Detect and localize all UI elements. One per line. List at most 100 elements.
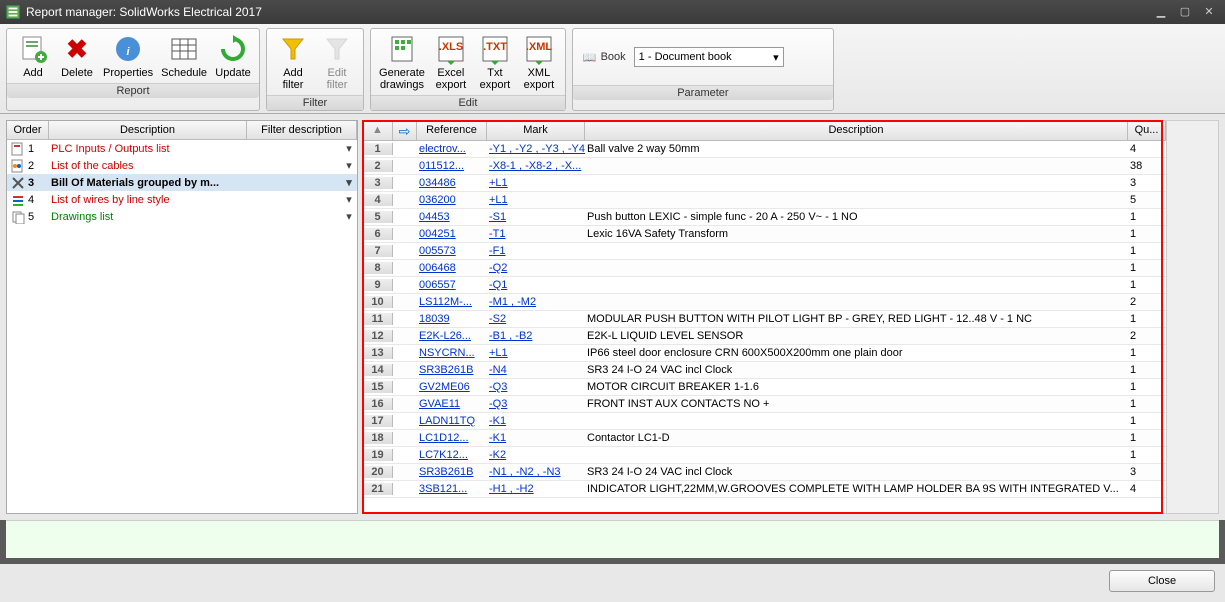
table-row[interactable]: 8006468-Q21 (363, 260, 1166, 277)
xml-export-button[interactable]: .XML XML export (517, 31, 561, 93)
cell-mark[interactable]: -X8-1 , -X8-2 , -X... (487, 160, 585, 172)
col-quantity[interactable]: Qu... (1128, 121, 1166, 140)
cell-mark[interactable]: -Q3 (487, 398, 585, 410)
cell-reference[interactable]: SR3B261B (417, 466, 487, 478)
col-reference[interactable]: Reference (417, 121, 487, 140)
report-list-row[interactable]: 3Bill Of Materials grouped by m...▾ (7, 174, 357, 191)
scrollbar-gutter[interactable] (1167, 120, 1219, 514)
cell-reference[interactable]: 18039 (417, 313, 487, 325)
row-dropdown-icon[interactable]: ▾ (341, 176, 357, 189)
cell-reference[interactable]: 006468 (417, 262, 487, 274)
table-row[interactable]: 1electrov...-Y1 , -Y2 , -Y3 , -Y4Ball va… (363, 141, 1166, 158)
maximize-button[interactable]: ▢ (1175, 5, 1195, 19)
table-row[interactable]: 12E2K-L26...-B1 , -B2E2K-L LIQUID LEVEL … (363, 328, 1166, 345)
cell-mark[interactable]: +L1 (487, 177, 585, 189)
table-row[interactable]: 16GVAE11-Q3FRONT INST AUX CONTACTS NO +1 (363, 396, 1166, 413)
row-dropdown-icon[interactable]: ▾ (341, 159, 357, 172)
cell-reference[interactable]: 004251 (417, 228, 487, 240)
cell-mark[interactable]: -Q3 (487, 381, 585, 393)
close-window-button[interactable]: ✕ (1199, 5, 1219, 19)
cell-mark[interactable]: -Q1 (487, 279, 585, 291)
table-row[interactable]: 7005573-F11 (363, 243, 1166, 260)
cell-reference[interactable]: 034486 (417, 177, 487, 189)
txt-export-button[interactable]: .TXT Txt export (473, 31, 517, 93)
cell-mark[interactable]: -K1 (487, 415, 585, 427)
cell-description: E2K-L LIQUID LEVEL SENSOR (585, 330, 1128, 342)
cell-mark[interactable]: -S1 (487, 211, 585, 223)
cell-mark[interactable]: -K2 (487, 449, 585, 461)
table-row[interactable]: 3034486+L13 (363, 175, 1166, 192)
report-list-row[interactable]: 5Drawings list▾ (7, 208, 357, 225)
report-list-row[interactable]: 2List of the cables▾ (7, 157, 357, 174)
table-row[interactable]: 15GV2ME06-Q3MOTOR CIRCUIT BREAKER 1-1.61 (363, 379, 1166, 396)
table-row[interactable]: 2011512...-X8-1 , -X8-2 , -X...38 (363, 158, 1166, 175)
col-filter[interactable]: Filter description (247, 121, 357, 139)
cell-reference[interactable]: 036200 (417, 194, 487, 206)
table-row[interactable]: 17LADN11TQ-K11 (363, 413, 1166, 430)
cell-reference[interactable]: LS112M-... (417, 296, 487, 308)
report-list-row[interactable]: 1PLC Inputs / Outputs list▾ (7, 140, 357, 157)
cell-mark[interactable]: -S2 (487, 313, 585, 325)
col-goto[interactable]: ⇨ (393, 121, 417, 140)
add-report-button[interactable]: Add (11, 31, 55, 81)
table-row[interactable]: 9006557-Q11 (363, 277, 1166, 294)
cell-reference[interactable]: GVAE11 (417, 398, 487, 410)
cell-reference[interactable]: 005573 (417, 245, 487, 257)
col-mark[interactable]: Mark (487, 121, 585, 140)
cell-mark[interactable]: -N4 (487, 364, 585, 376)
row-dropdown-icon[interactable]: ▾ (341, 210, 357, 223)
table-row[interactable]: 6004251-T1Lexic 16VA Safety Transform1 (363, 226, 1166, 243)
cell-mark[interactable]: -H1 , -H2 (487, 483, 585, 495)
generate-drawings-button[interactable]: Generate drawings (375, 31, 429, 93)
row-dropdown-icon[interactable]: ▾ (341, 193, 357, 206)
row-dropdown-icon[interactable]: ▾ (341, 142, 357, 155)
minimize-button[interactable]: ▁ (1151, 5, 1171, 19)
cell-mark[interactable]: -F1 (487, 245, 585, 257)
cell-reference[interactable]: LC7K12... (417, 449, 487, 461)
table-row[interactable]: 213SB121...-H1 , -H2INDICATOR LIGHT,22MM… (363, 481, 1166, 498)
cell-mark[interactable]: -N1 , -N2 , -N3 (487, 466, 585, 478)
cell-reference[interactable]: electrov... (417, 143, 487, 155)
table-row[interactable]: 504453-S1Push button LEXIC - simple func… (363, 209, 1166, 226)
properties-button[interactable]: i Properties (99, 31, 157, 81)
table-row[interactable]: 1118039-S2MODULAR PUSH BUTTON WITH PILOT… (363, 311, 1166, 328)
table-row[interactable]: 19LC7K12...-K21 (363, 447, 1166, 464)
col-order[interactable]: Order (7, 121, 49, 139)
add-filter-button[interactable]: Add filter (271, 31, 315, 93)
table-row[interactable]: 13NSYCRN...+L1IP66 steel door enclosure … (363, 345, 1166, 362)
cell-reference[interactable]: 006557 (417, 279, 487, 291)
table-row[interactable]: 14SR3B261B-N4SR3 24 I-O 24 VAC incl Cloc… (363, 362, 1166, 379)
cell-reference[interactable]: E2K-L26... (417, 330, 487, 342)
cell-mark[interactable]: -K1 (487, 432, 585, 444)
update-button[interactable]: Update (211, 31, 255, 81)
cell-reference[interactable]: NSYCRN... (417, 347, 487, 359)
excel-export-button[interactable]: .XLS Excel export (429, 31, 473, 93)
book-select[interactable]: 1 - Document book ▾ (634, 47, 784, 67)
row-number: 4 (363, 194, 393, 206)
table-row[interactable]: 10LS112M-...-M1 , -M22 (363, 294, 1166, 311)
cell-reference[interactable]: LC1D12... (417, 432, 487, 444)
cell-reference[interactable]: 04453 (417, 211, 487, 223)
cell-reference[interactable]: SR3B261B (417, 364, 487, 376)
cell-mark[interactable]: +L1 (487, 347, 585, 359)
col-description[interactable]: Description (49, 121, 247, 139)
cell-mark[interactable]: -B1 , -B2 (487, 330, 585, 342)
cell-mark[interactable]: -T1 (487, 228, 585, 240)
table-row[interactable]: 4036200+L15 (363, 192, 1166, 209)
delete-report-button[interactable]: ✖ Delete (55, 31, 99, 81)
col-sort[interactable]: ▲ (363, 121, 393, 140)
cell-reference[interactable]: 011512... (417, 160, 487, 172)
cell-reference[interactable]: 3SB121... (417, 483, 487, 495)
report-list-row[interactable]: 4List of wires by line style▾ (7, 191, 357, 208)
cell-mark[interactable]: -Q2 (487, 262, 585, 274)
cell-reference[interactable]: LADN11TQ (417, 415, 487, 427)
col-description[interactable]: Description (585, 121, 1128, 140)
cell-mark[interactable]: +L1 (487, 194, 585, 206)
cell-reference[interactable]: GV2ME06 (417, 381, 487, 393)
table-row[interactable]: 20SR3B261B-N1 , -N2 , -N3SR3 24 I-O 24 V… (363, 464, 1166, 481)
schedule-button[interactable]: Schedule (157, 31, 211, 81)
table-row[interactable]: 18LC1D12...-K1Contactor LC1-D1 (363, 430, 1166, 447)
cell-mark[interactable]: -Y1 , -Y2 , -Y3 , -Y4 (487, 143, 585, 155)
close-button[interactable]: Close (1109, 570, 1215, 592)
cell-mark[interactable]: -M1 , -M2 (487, 296, 585, 308)
